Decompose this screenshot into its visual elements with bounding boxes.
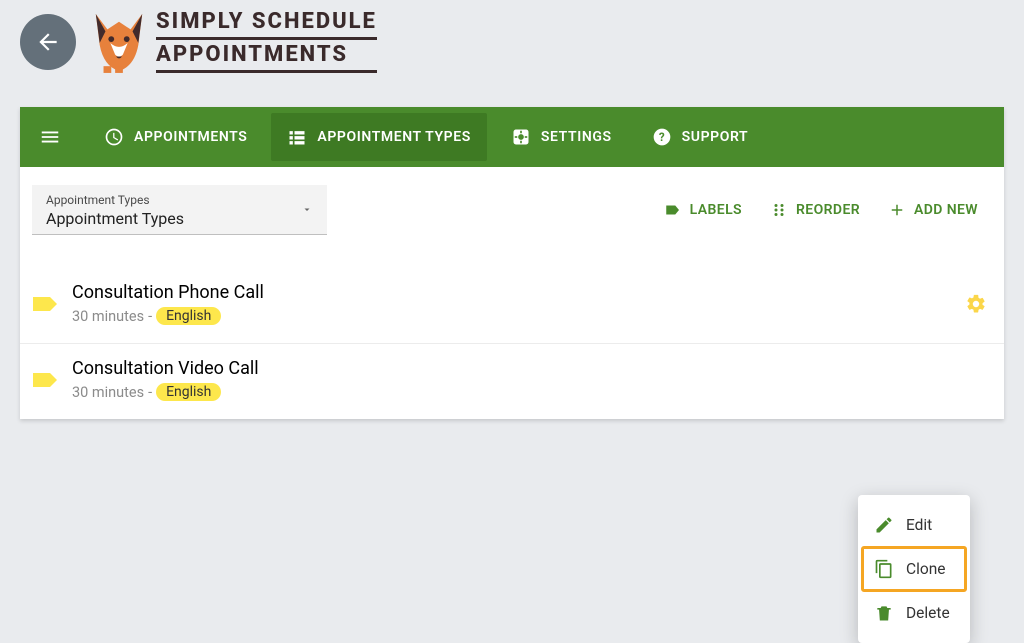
tool-label: LABELS <box>690 202 742 218</box>
app-card: APPOINTMENTS APPOINTMENT TYPES SETTINGS … <box>20 107 1004 419</box>
item-title: Consultation Phone Call <box>72 282 960 303</box>
menu-delete[interactable]: Delete <box>862 591 966 635</box>
dropdown-value: Appointment Types <box>46 209 313 228</box>
toolbar: Appointment Types Appointment Types LABE… <box>20 167 1004 235</box>
menu-label: Edit <box>906 516 932 534</box>
context-menu: Edit Clone Delete <box>858 495 970 643</box>
nav-label: APPOINTMENT TYPES <box>317 129 471 145</box>
nav-label: SETTINGS <box>541 129 612 145</box>
pencil-icon <box>874 515 894 535</box>
help-icon: ? <box>652 127 672 147</box>
nav-label: APPOINTMENTS <box>134 129 247 145</box>
menu-clone[interactable]: Clone <box>862 547 966 591</box>
item-duration: 30 minutes <box>72 384 144 401</box>
reorder-button[interactable]: REORDER <box>756 193 874 227</box>
chevron-down-icon <box>301 200 313 219</box>
settings-square-icon <box>511 127 531 147</box>
list-icon <box>287 127 307 147</box>
fox-icon <box>90 10 148 74</box>
item-chip: English <box>156 307 221 325</box>
svg-text:?: ? <box>658 130 664 144</box>
appointment-types-dropdown[interactable]: Appointment Types Appointment Types <box>32 185 327 235</box>
list-item[interactable]: Consultation Video Call 30 minutes - Eng… <box>20 344 1004 419</box>
arrow-left-icon <box>35 29 61 55</box>
add-new-button[interactable]: ADD NEW <box>874 193 992 227</box>
back-button[interactable] <box>20 14 76 70</box>
list-item[interactable]: Consultation Phone Call 30 minutes - Eng… <box>20 267 1004 344</box>
nav-settings[interactable]: SETTINGS <box>495 113 628 161</box>
tool-label: ADD NEW <box>914 202 978 218</box>
menu-label: Clone <box>906 560 945 578</box>
plus-icon <box>888 201 906 219</box>
hamburger-icon <box>39 126 61 148</box>
brand-logo: SIMPLY SCHEDULE APPOINTMENTS <box>90 10 377 74</box>
gear-icon <box>965 293 987 315</box>
nav-label: SUPPORT <box>682 129 749 145</box>
item-duration: 30 minutes <box>72 308 144 325</box>
item-settings-button[interactable] <box>960 288 992 320</box>
nav-appointments[interactable]: APPOINTMENTS <box>88 113 263 161</box>
trash-icon <box>874 603 894 623</box>
navbar: APPOINTMENTS APPOINTMENT TYPES SETTINGS … <box>20 107 1004 167</box>
tool-label: REORDER <box>796 202 860 218</box>
brand-line2: APPOINTMENTS <box>156 42 348 67</box>
tag-icon <box>32 370 58 390</box>
item-chip: English <box>156 383 221 401</box>
nav-appointment-types[interactable]: APPOINTMENT TYPES <box>271 113 487 161</box>
drag-icon <box>770 201 788 219</box>
appointment-type-list: Consultation Phone Call 30 minutes - Eng… <box>20 267 1004 419</box>
menu-edit[interactable]: Edit <box>862 503 966 547</box>
menu-button[interactable] <box>30 117 70 157</box>
labels-button[interactable]: LABELS <box>650 193 756 227</box>
menu-label: Delete <box>906 604 950 622</box>
item-title: Consultation Video Call <box>72 358 992 379</box>
tag-icon <box>32 294 58 314</box>
nav-support[interactable]: ? SUPPORT <box>636 113 765 161</box>
brand-line1: SIMPLY SCHEDULE <box>156 11 377 33</box>
dropdown-label: Appointment Types <box>46 193 313 207</box>
clock-icon <box>104 127 124 147</box>
label-icon <box>664 201 682 219</box>
copy-icon <box>874 559 894 579</box>
